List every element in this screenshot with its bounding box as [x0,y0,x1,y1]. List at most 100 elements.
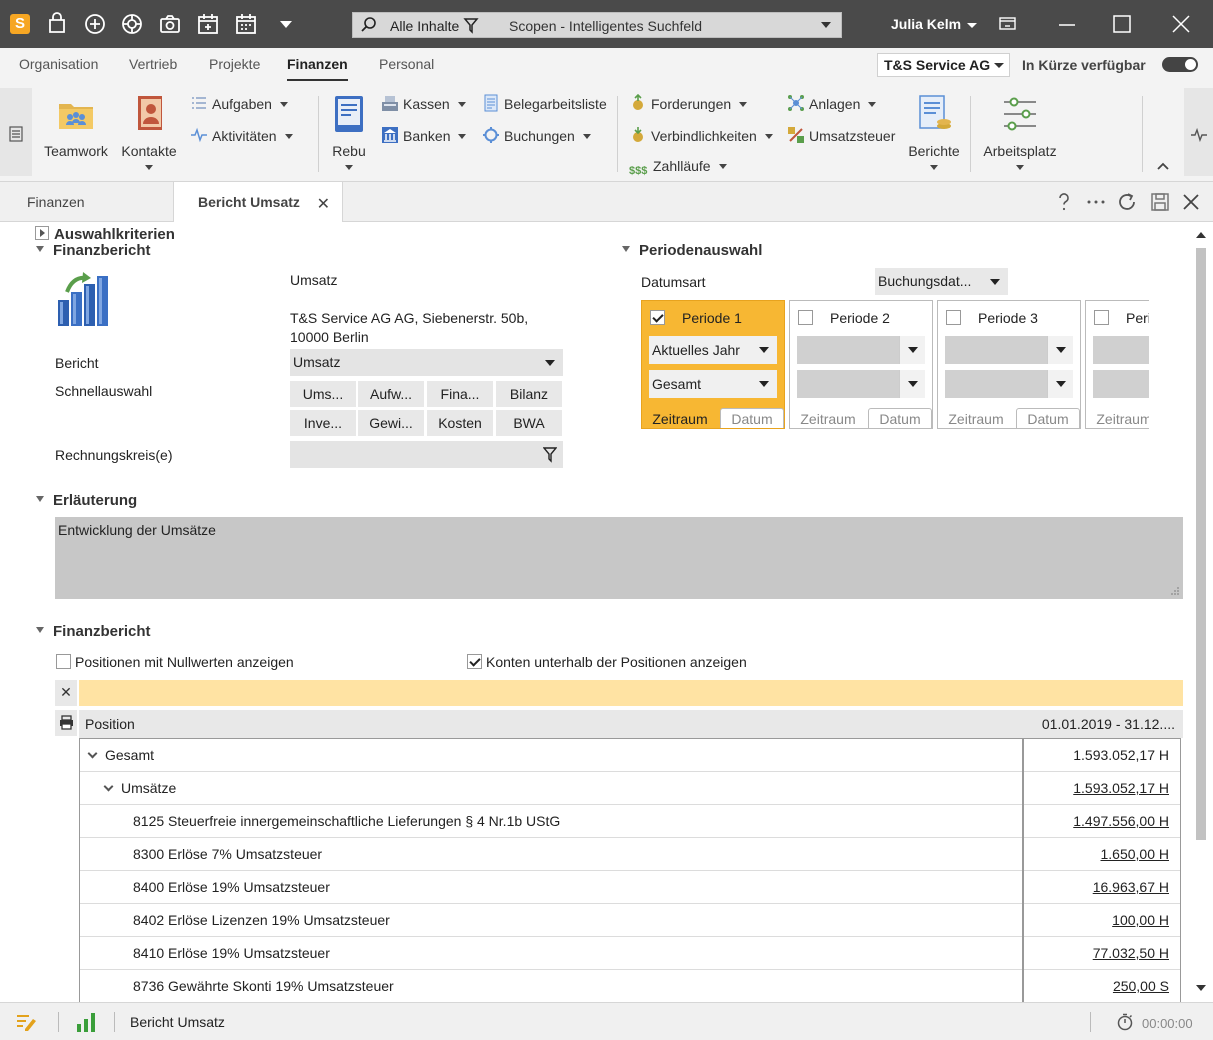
company-select[interactable]: T&S Service AG [877,53,1010,77]
chevron-down-icon[interactable] [899,336,925,364]
period-4-tab-zeitraum[interactable]: Zeitraum [1086,409,1149,428]
doc-tab-bericht-umsatz[interactable]: Bericht Umsatz ✕ [173,182,343,223]
period-2-tab-zeitraum[interactable]: Zeitraum [790,409,866,428]
period-card-4[interactable]: Peri Zeitraum [1085,300,1149,429]
section-periodenauswahl[interactable]: Periodenauswahl [622,242,762,259]
period-card-1[interactable]: Periode 1 Aktuelles Jahr Gesamt Zeitraum… [641,300,785,429]
quick-select-umsatz-button[interactable]: Ums... [290,381,356,407]
column-header-period[interactable]: 01.01.2019 - 31.12.... [1042,716,1175,732]
period-3-scope-select[interactable] [945,370,1073,398]
scroll-up-icon[interactable] [1195,230,1207,240]
minimize-icon[interactable] [1055,12,1079,36]
chevron-down-icon[interactable] [87,748,98,759]
period-2-range-select[interactable] [797,336,925,364]
close-tab-icon[interactable]: ✕ [317,194,330,214]
section-auswahlkriterien[interactable]: Auswahlkriterien [54,226,175,243]
refresh-icon[interactable] [1115,190,1139,214]
chevron-down-icon[interactable] [967,23,977,28]
search-dropdown-icon[interactable] [821,22,831,28]
activity-icon[interactable] [1190,128,1208,142]
period-1-scope-select[interactable]: Gesamt [649,370,777,398]
chevron-down-icon[interactable] [1047,370,1073,398]
period-3-tab-zeitraum[interactable]: Zeitraum [938,409,1014,428]
quick-select-kosten-button[interactable]: Kosten [427,410,493,436]
forderungen-button[interactable]: Forderungen [629,94,748,112]
period-card-3[interactable]: Periode 3 Zeitraum Datum [937,300,1081,429]
tab-finanzen[interactable]: Finanzen [287,56,348,81]
section-finanzbericht-top[interactable]: Finanzbericht [36,242,151,259]
nullwerte-checkbox[interactable] [56,654,71,669]
period-3-range-select[interactable] [945,336,1073,364]
belegarbeitsliste-button[interactable]: Belegarbeitsliste [482,94,607,112]
tab-organisation[interactable]: Organisation [19,56,98,72]
quick-select-investition-button[interactable]: Inve... [290,410,356,436]
period-1-tab-zeitraum[interactable]: Zeitraum [642,409,718,428]
verbindlichkeiten-button[interactable]: Verbindlichkeiten [629,126,773,144]
table-row[interactable]: 8736 Gewährte Skonti 19% Umsatzsteuer 25… [80,970,1180,1002]
collapse-ribbon-icon[interactable] [1157,162,1169,170]
table-row[interactable]: 8300 Erlöse 7% Umsatzsteuer 1.650,00 H [80,838,1180,871]
period-4-checkbox[interactable] [1094,310,1109,325]
banken-button[interactable]: Banken [381,126,467,144]
table-row[interactable]: 8410 Erlöse 19% Umsatzsteuer 77.032,50 H [80,937,1180,970]
quick-select-finanz-button[interactable]: Fina... [427,381,493,407]
maximize-icon[interactable] [1110,12,1134,36]
period-3-tab-datum[interactable]: Datum [1016,408,1080,428]
period-4-scope-select[interactable] [1093,370,1149,398]
period-3-checkbox[interactable] [946,310,961,325]
zahllaeufe-button[interactable]: $$$ Zahlläufe [629,158,727,183]
nullwerte-label[interactable]: Positionen mit Nullwerten anzeigen [75,654,294,670]
tab-personal[interactable]: Personal [379,56,434,72]
konten-label[interactable]: Konten unterhalb der Positionen anzeigen [486,654,747,670]
period-2-checkbox[interactable] [798,310,813,325]
print-button[interactable] [55,710,77,736]
aufgaben-button[interactable]: Aufgaben [190,94,288,112]
quick-select-bilanz-button[interactable]: Bilanz [496,381,562,407]
quick-select-gewinn-button[interactable]: Gewi... [358,410,424,436]
rebu-button[interactable]: Rebu [326,94,372,170]
period-4-range-select[interactable] [1093,336,1149,364]
user-name[interactable]: Julia Kelm [891,16,961,32]
search-field[interactable]: Alle Inhalte Scopen - Intelligentes Such… [352,12,842,38]
row-value-link[interactable]: 1.593.052,17 H [1073,780,1169,796]
arbeitsplatz-button[interactable]: Arbeitsplatz [978,94,1062,170]
chevron-down-icon[interactable] [1047,336,1073,364]
vertical-scrollbar-thumb[interactable] [1196,248,1206,840]
plus-circle-icon[interactable] [82,11,108,37]
konten-checkbox[interactable] [467,654,482,669]
window-restore-icon[interactable] [996,12,1020,36]
save-icon[interactable] [1148,190,1172,214]
period-1-tab-datum[interactable]: Datum [720,408,784,428]
help-icon[interactable] [1052,190,1076,214]
row-value-link[interactable]: 16.963,67 H [1093,879,1169,895]
stopwatch-icon[interactable] [1116,1013,1134,1031]
close-window-icon[interactable] [1169,12,1193,36]
period-2-scope-select[interactable] [797,370,925,398]
filter-row[interactable] [79,680,1183,706]
close-document-icon[interactable] [1179,190,1203,214]
soon-toggle[interactable] [1162,57,1198,72]
chevron-down-icon[interactable] [751,370,777,398]
aktivitaeten-button[interactable]: Aktivitäten [190,126,293,144]
kontakte-button[interactable]: Kontakte [116,94,182,170]
section-erlaeuterung[interactable]: Erläuterung [36,492,137,509]
resize-grip-icon[interactable] [1170,586,1180,596]
calendar-add-icon[interactable] [195,11,221,37]
doc-tab-finanzen[interactable]: Finanzen [0,182,172,222]
more-options-icon[interactable] [1084,190,1108,214]
row-value-link[interactable]: 1.497.556,00 H [1073,813,1169,829]
quick-menu-dropdown-icon[interactable] [273,11,299,37]
period-1-checkbox[interactable] [650,310,665,325]
quick-select-bwa-button[interactable]: BWA [496,410,562,436]
table-row[interactable]: Gesamt 1.593.052,17 H [80,739,1180,772]
row-value-link[interactable]: 77.032,50 H [1093,945,1169,961]
datumsart-select[interactable]: Buchungsdat... [875,268,1008,295]
row-value-link[interactable]: 250,00 S [1113,978,1169,994]
row-value-link[interactable]: 100,00 H [1112,912,1169,928]
search-scope[interactable]: Alle Inhalte [390,18,459,34]
bericht-select[interactable]: Umsatz [290,349,563,376]
table-row[interactable]: 8402 Erlöse Lizenzen 19% Umsatzsteuer 10… [80,904,1180,937]
quick-select-aufwand-button[interactable]: Aufw... [358,381,424,407]
period-card-2[interactable]: Periode 2 Zeitraum Datum [789,300,933,429]
table-row[interactable]: Umsätze 1.593.052,17 H [80,772,1180,805]
